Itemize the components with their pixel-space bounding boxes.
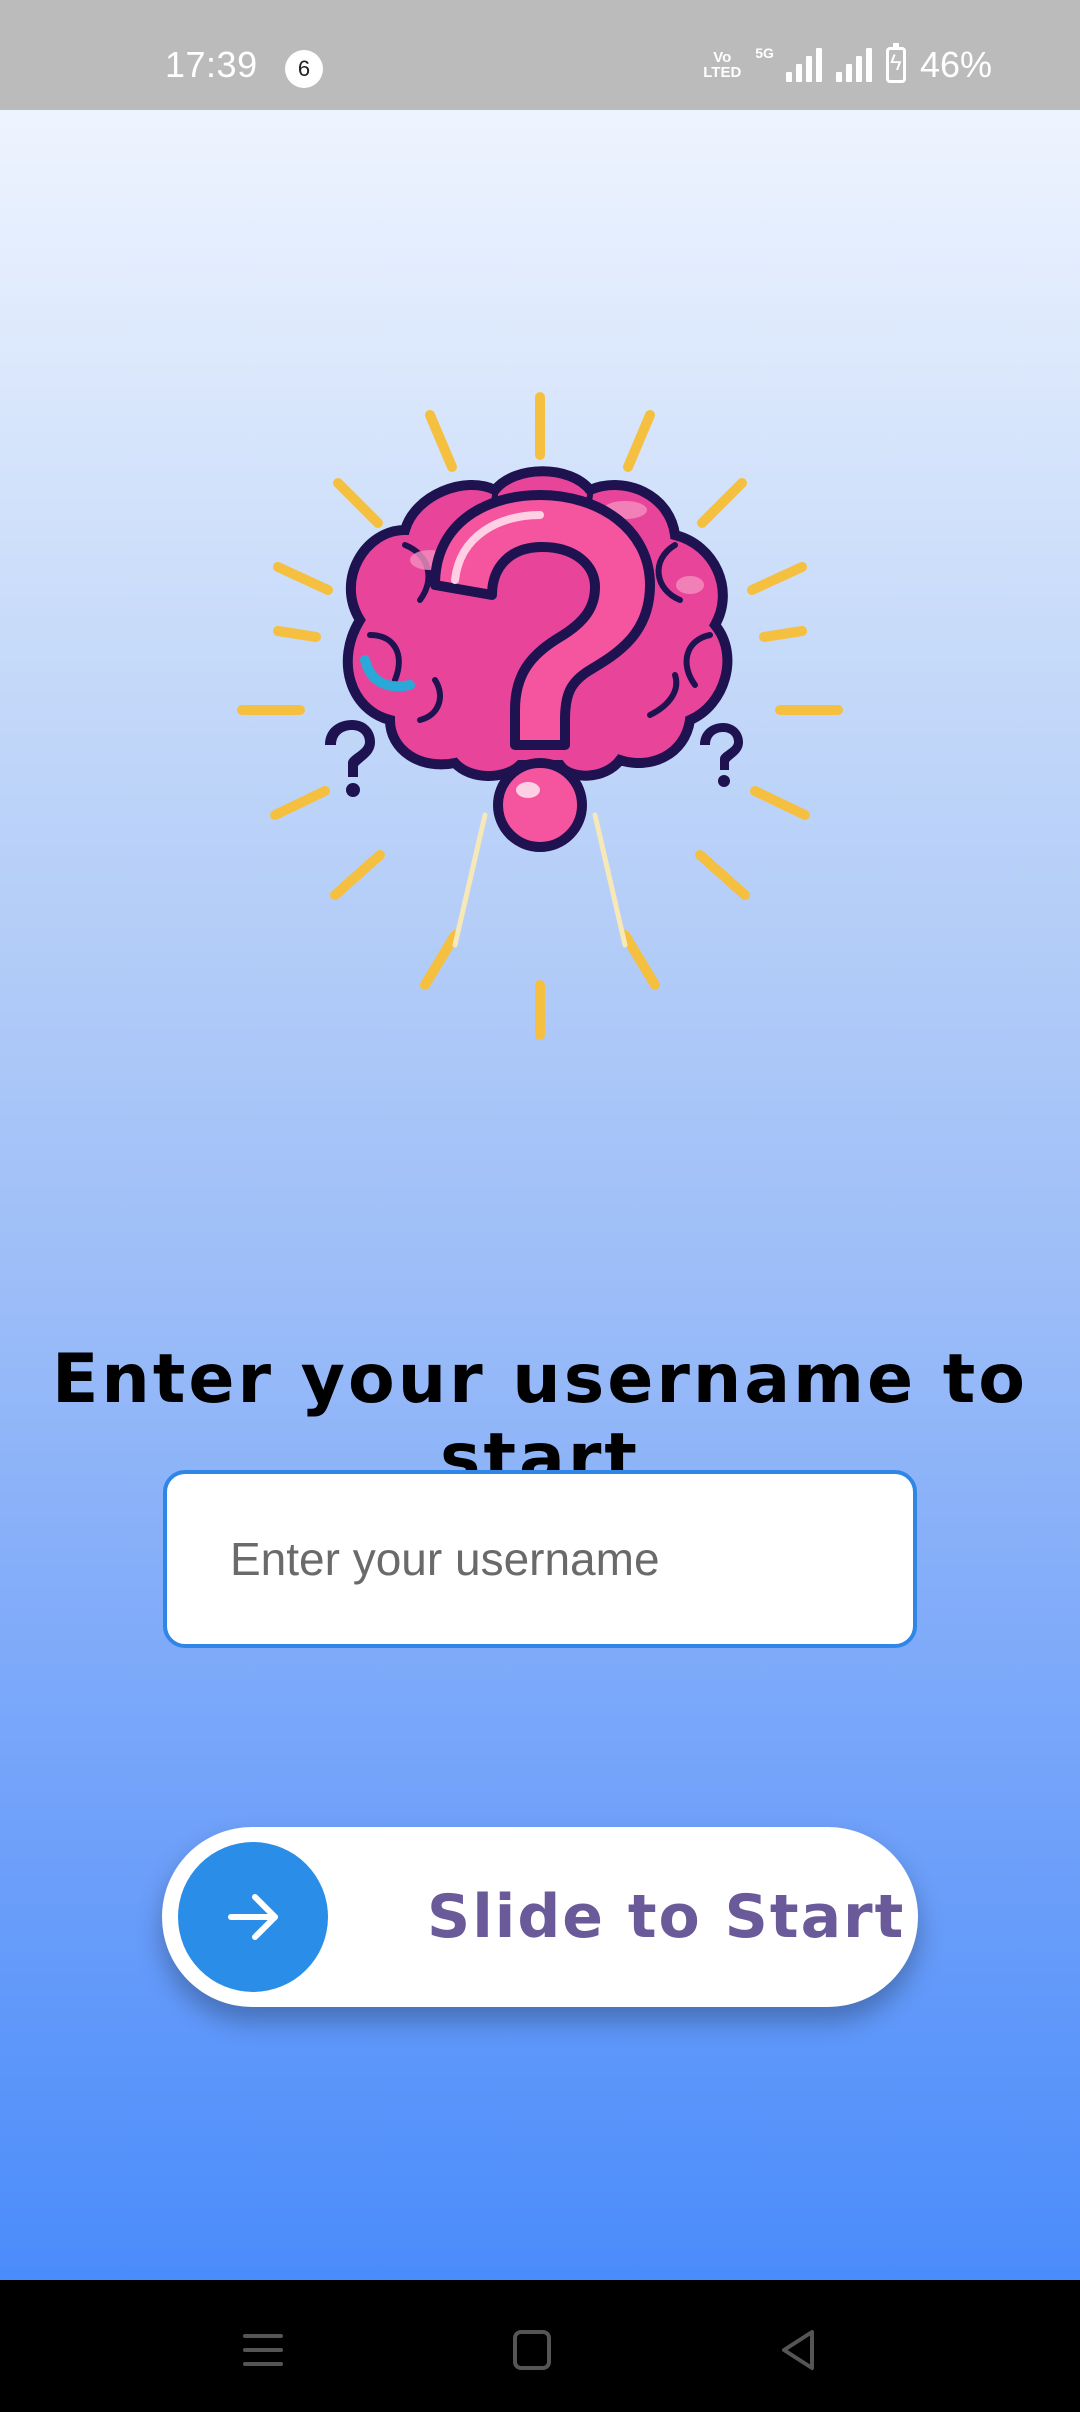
slider-label: Slide to Start	[427, 1882, 906, 1952]
signal-icon-2	[835, 48, 872, 82]
signal-icon-1	[785, 48, 822, 82]
status-indicators: VoLTED 5G 46%	[703, 43, 992, 86]
brain-question-mark-icon	[237, 392, 843, 1040]
status-time: 17:39	[165, 44, 258, 85]
battery-percent: 46%	[919, 44, 992, 85]
home-icon[interactable]	[502, 2320, 562, 2380]
navigation-bar	[0, 2280, 1080, 2412]
username-field[interactable]	[163, 1470, 917, 1648]
menu-icon[interactable]	[233, 2320, 293, 2380]
status-bar: 17:39 6 VoLTED 5G 46%	[0, 0, 1080, 110]
network-type: 5G	[755, 45, 774, 61]
username-input[interactable]	[230, 1532, 913, 1586]
volte-icon: Vo LTED	[703, 49, 742, 81]
slide-to-start-control[interactable]: Slide to Start	[162, 1827, 918, 2007]
slider-handle[interactable]	[178, 1842, 328, 1992]
battery-icon	[885, 43, 906, 83]
arrow-right-icon	[228, 1894, 278, 1940]
notification-badge: 6	[285, 50, 323, 88]
main-screen: Enter your username to start Slide to St…	[0, 110, 1080, 2280]
back-icon[interactable]	[768, 2320, 828, 2380]
